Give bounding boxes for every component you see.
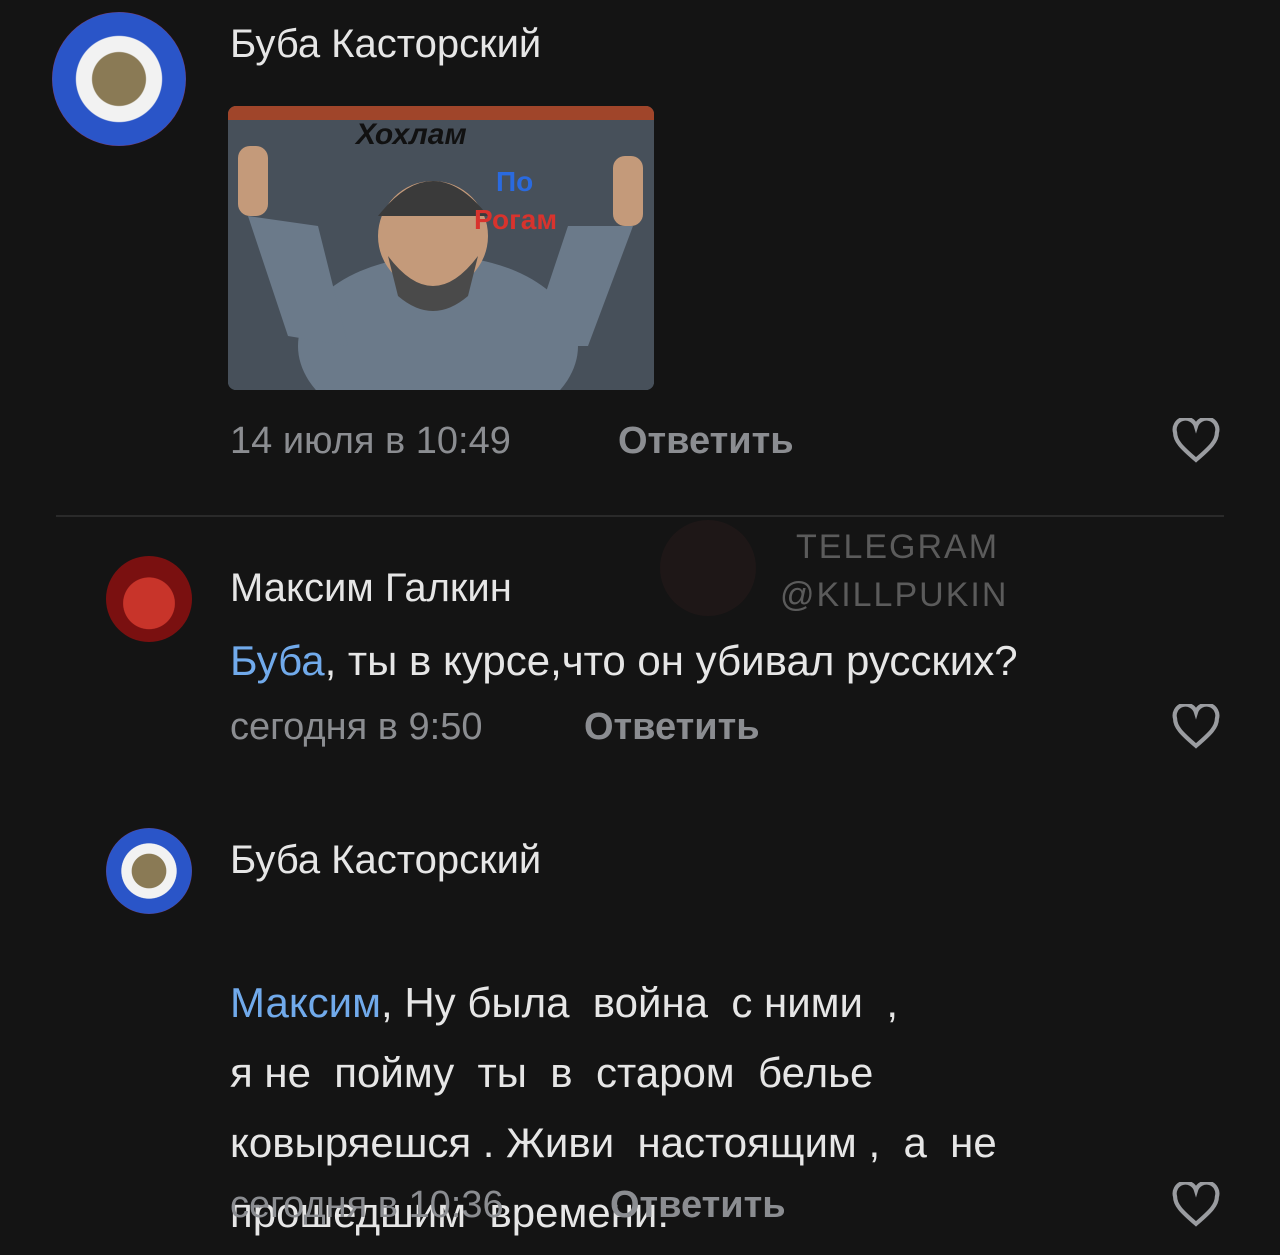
comment-date: сегодня в 9:50 xyxy=(230,706,483,748)
comment-author[interactable]: Буба Касторский xyxy=(230,22,541,67)
comment-author[interactable]: Буба Касторский xyxy=(230,838,541,883)
heart-icon[interactable] xyxy=(1170,1182,1222,1228)
watermark-text: TELEGRAM xyxy=(796,528,1000,566)
meme-caption: Хохлам xyxy=(356,118,467,151)
avatar[interactable] xyxy=(106,828,192,914)
reply-button[interactable]: Ответить xyxy=(618,420,794,463)
divider xyxy=(56,515,1224,517)
heart-icon[interactable] xyxy=(1170,704,1222,750)
comment-date: сегодня в 10:36 xyxy=(230,1184,504,1226)
avatar[interactable] xyxy=(106,556,192,642)
attached-image[interactable]: Хохлам По Рогам xyxy=(228,106,654,390)
comment-text: Буба, ты в курсе,что он убивал русских? xyxy=(230,637,1018,684)
heart-icon[interactable] xyxy=(1170,418,1222,464)
comment-date: 14 июля в 10:49 xyxy=(230,420,511,462)
avatar[interactable] xyxy=(52,12,186,146)
meme-caption: Рогам xyxy=(474,204,558,235)
watermark-logo xyxy=(660,520,756,616)
mention-link[interactable]: Буба xyxy=(230,637,325,684)
reply-button[interactable]: Ответить xyxy=(584,706,760,749)
reply-button[interactable]: Ответить xyxy=(610,1184,786,1227)
watermark-text: @KILLPUKIN xyxy=(780,576,1009,614)
mention-link[interactable]: Максим xyxy=(230,979,381,1026)
meme-caption: По xyxy=(496,166,534,197)
comment-author[interactable]: Максим Галкин xyxy=(230,566,512,611)
